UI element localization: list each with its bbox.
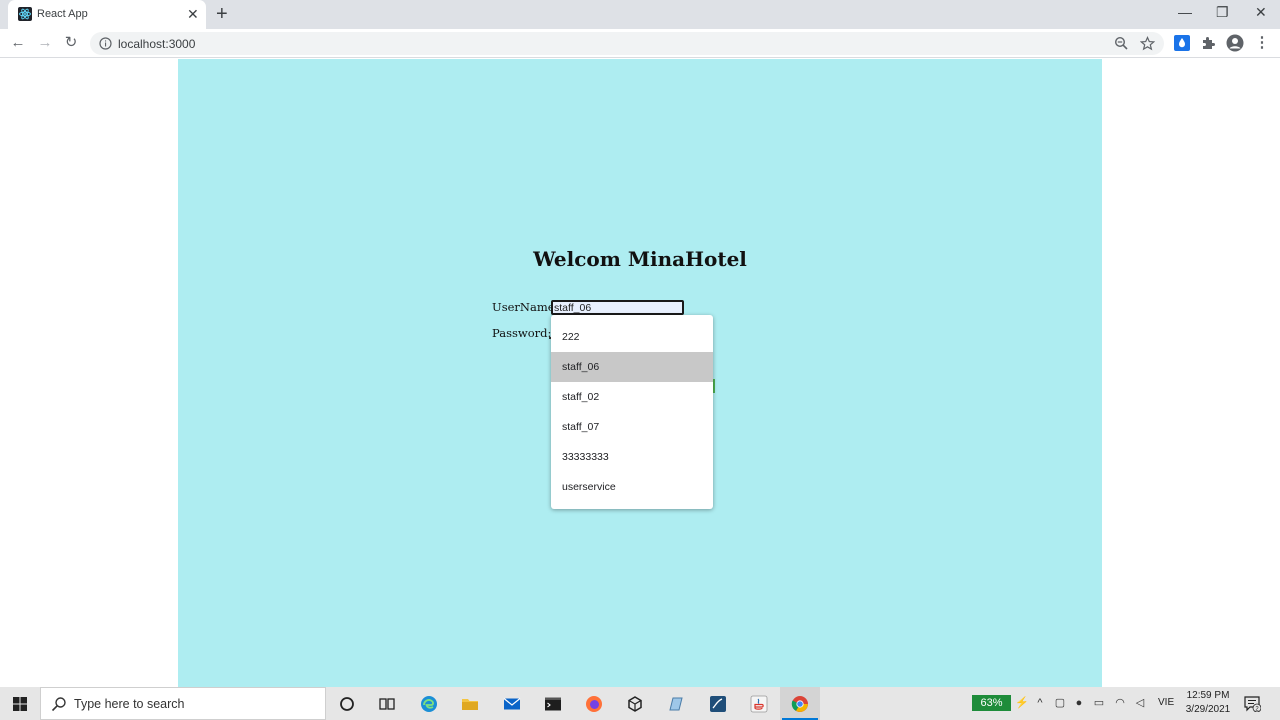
input-language[interactable]: VIE	[1158, 697, 1174, 708]
react-logo-icon	[18, 7, 32, 21]
reload-icon[interactable]: ↻	[62, 34, 80, 52]
firefox-icon	[586, 696, 602, 712]
search-placeholder: Type here to search	[74, 697, 185, 711]
bookmark-star-icon[interactable]	[1140, 36, 1155, 51]
power-plug-icon[interactable]: ⚡	[1015, 696, 1029, 710]
cortana-button[interactable]	[327, 687, 367, 720]
autocomplete-item[interactable]: userservice	[551, 472, 713, 502]
task-view-button[interactable]	[367, 687, 407, 720]
zoom-icon[interactable]	[1114, 36, 1129, 51]
autocomplete-dropdown: 222 staff_06 staff_02 staff_07 33333333 …	[551, 315, 713, 509]
task-view-icon	[379, 698, 395, 710]
windows-taskbar: Type here to search 63% ⚡ ^ ▢ ● ▭ ◠ ◁ VI…	[0, 687, 1280, 720]
search-icon	[51, 697, 66, 712]
taskbar-file-explorer[interactable]	[450, 687, 490, 720]
taskbar-java[interactable]	[739, 687, 779, 720]
taskbar-edge[interactable]	[409, 687, 449, 720]
browser-tab[interactable]: React App ✕	[8, 0, 206, 29]
info-icon[interactable]	[99, 37, 112, 50]
restore-icon[interactable]: ❐	[1216, 4, 1229, 20]
autocomplete-item-selected[interactable]: staff_06	[551, 352, 713, 382]
volume-icon[interactable]: ◁	[1133, 696, 1147, 710]
battery-tray-icon[interactable]: ▭	[1092, 696, 1106, 710]
autocomplete-item[interactable]: 33333333	[551, 442, 713, 472]
autocomplete-item[interactable]: 222	[551, 322, 713, 352]
username-label: UserName:	[492, 300, 559, 314]
web-page: Welcom MinaHotel UserName: Password: 222…	[0, 59, 1280, 687]
taskbar-terminal[interactable]	[533, 687, 573, 720]
taskbar-firefox[interactable]	[574, 687, 614, 720]
windows-logo-icon	[13, 697, 27, 711]
start-button[interactable]	[0, 687, 40, 720]
device-icon[interactable]: ▢	[1053, 696, 1067, 710]
extensions-puzzle-icon[interactable]	[1200, 35, 1216, 51]
username-input[interactable]	[551, 300, 684, 315]
taskbar-search-box[interactable]: Type here to search	[40, 687, 326, 720]
autocomplete-item[interactable]: staff_07	[551, 412, 713, 442]
window-close-icon[interactable]: ✕	[1255, 4, 1267, 20]
clock-time: 12:59 PM	[1186, 690, 1230, 701]
notes-icon	[669, 697, 683, 711]
autocomplete-item[interactable]: staff_02	[551, 382, 713, 412]
microphone-icon[interactable]: ●	[1072, 696, 1086, 710]
new-tab-icon[interactable]: +	[216, 3, 228, 25]
page-title: Welcom MinaHotel	[533, 247, 747, 271]
taskbar-mysql-workbench[interactable]	[698, 687, 738, 720]
url-text: localhost:3000	[118, 37, 196, 51]
edge-icon	[421, 696, 437, 712]
browser-toolbar: ← → ↻ localhost:3000 ⋮	[0, 29, 1280, 58]
browser-tab-strip: React App ✕ + — ❐ ✕	[0, 0, 1280, 29]
browser-menu-icon[interactable]: ⋮	[1253, 34, 1271, 52]
taskbar-mail[interactable]	[492, 687, 532, 720]
cortana-circle-icon	[340, 697, 354, 711]
show-hidden-icons-chevron-icon[interactable]: ^	[1033, 696, 1047, 710]
terminal-icon	[545, 697, 561, 711]
taskbar-app-blue[interactable]	[656, 687, 696, 720]
mail-icon	[503, 698, 521, 710]
battery-indicator[interactable]: 63%	[972, 695, 1011, 711]
forward-icon[interactable]: →	[36, 34, 54, 52]
chrome-icon	[791, 696, 808, 712]
tab-title: React App	[37, 8, 88, 20]
unity-icon	[628, 696, 642, 712]
tab-close-icon[interactable]: ✕	[187, 6, 199, 22]
address-bar[interactable]: localhost:3000	[90, 32, 1164, 55]
folder-icon	[462, 699, 478, 710]
taskbar-chrome[interactable]	[780, 687, 820, 720]
java-icon	[750, 695, 768, 713]
password-label: Password:	[492, 326, 552, 340]
clock-date: 3/29/2021	[1185, 704, 1231, 715]
notification-icon: 2	[1244, 696, 1262, 713]
database-icon	[710, 696, 726, 712]
extension-drop-icon[interactable]	[1174, 35, 1190, 51]
back-icon[interactable]: ←	[9, 34, 27, 52]
profile-avatar-icon[interactable]	[1226, 34, 1244, 52]
taskbar-unity[interactable]	[615, 687, 655, 720]
system-clock[interactable]: 12:59 PM 3/29/2021	[1181, 689, 1235, 717]
minimize-icon[interactable]: —	[1178, 4, 1192, 20]
wifi-icon[interactable]: ◠	[1113, 696, 1127, 710]
action-center-button[interactable]: 2	[1243, 695, 1262, 713]
login-panel: Welcom MinaHotel UserName: Password: 222…	[178, 59, 1102, 687]
